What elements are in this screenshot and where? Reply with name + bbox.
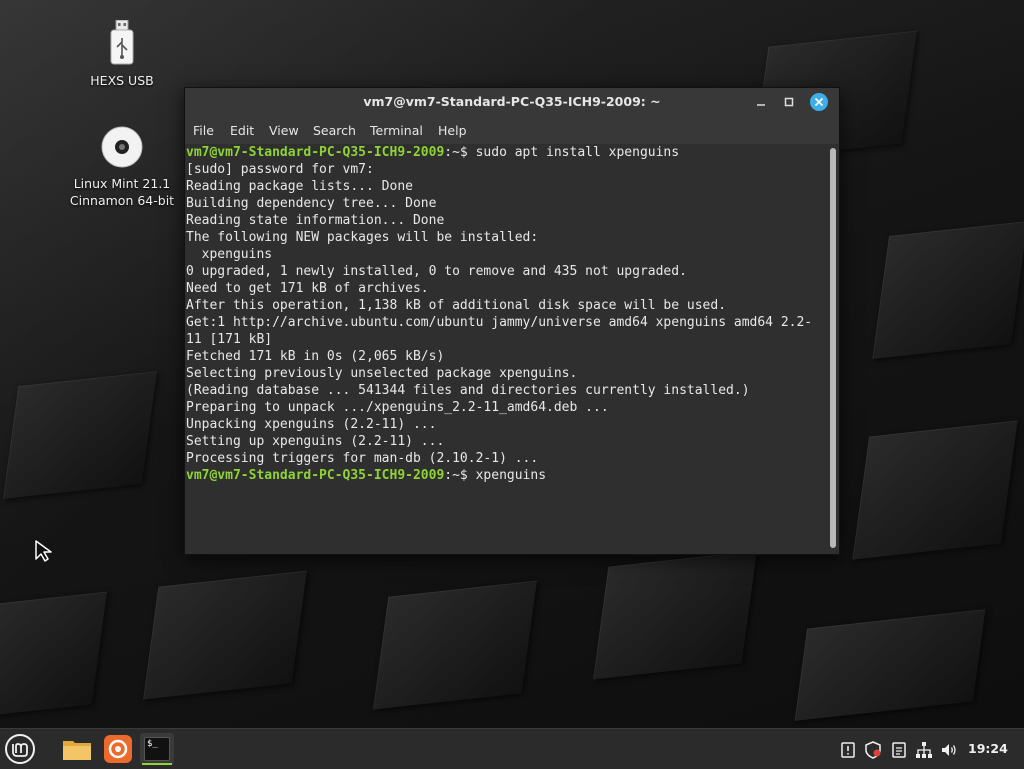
command-text: xpenguins <box>475 468 547 483</box>
menu-edit[interactable]: Edit <box>230 123 254 138</box>
tray-network[interactable] <box>915 741 933 759</box>
volume-icon <box>942 744 956 756</box>
taskbar-firefox-button[interactable] <box>102 733 134 765</box>
firefox-icon <box>104 735 132 763</box>
optical-disc-icon <box>101 126 143 168</box>
menu-help[interactable]: Help <box>438 123 467 138</box>
command-text: sudo apt install xpenguins <box>475 145 680 160</box>
terminal-output-line: 11 [171 kB] <box>186 332 273 347</box>
minimize-button[interactable] <box>751 92 771 112</box>
mint-menu-icon <box>5 734 35 764</box>
terminal-icon: $_ <box>144 737 170 761</box>
terminal-output-line: Preparing to unpack .../xpenguins_2.2-11… <box>186 400 609 415</box>
terminal-prompt-line: vm7@vm7-Standard-PC-Q35-ICH9-2009:~$ sud… <box>185 144 829 161</box>
desktop-icon-label: HEXS USB <box>90 73 154 88</box>
minimize-icon <box>757 104 765 106</box>
terminal-output-line: Reading state information... Done <box>186 213 445 228</box>
tray-volume[interactable] <box>940 741 958 759</box>
menu-bar: File Edit View Search Terminal Help <box>185 116 839 144</box>
clipboard-icon <box>892 742 906 758</box>
terminal-output-line: Unpacking xpenguins (2.2-11) ... <box>186 417 437 432</box>
terminal-output-line: Get:1 http://archive.ubuntu.com/ubuntu j… <box>186 315 813 330</box>
desktop-icon-dvd[interactable]: Linux Mint 21.1 Cinnamon 64-bit <box>67 125 177 209</box>
taskbar-terminal-button[interactable]: $_ <box>140 733 174 765</box>
close-button[interactable] <box>809 92 829 112</box>
terminal-prompt-line: vm7@vm7-Standard-PC-Q35-ICH9-2009:~$ xpe… <box>185 467 829 484</box>
terminal-output-line: [sudo] password for vm7: <box>186 162 374 177</box>
terminal-output-line: Setting up xpenguins (2.2-11) ... <box>186 434 445 449</box>
terminal-output[interactable]: vm7@vm7-Standard-PC-Q35-ICH9-2009:~$ sud… <box>185 144 829 554</box>
desktop-icon-label: Cinnamon 64-bit <box>69 193 175 208</box>
terminal-window[interactable]: vm7@vm7-Standard-PC-Q35-ICH9-2009: ~ Fil… <box>184 87 840 555</box>
wallpaper-tile <box>872 220 1024 360</box>
tray-update-manager[interactable] <box>864 741 882 759</box>
wallpaper-tile <box>143 570 307 700</box>
usb-drive-icon <box>110 20 134 65</box>
tray-notifications[interactable] <box>839 741 857 759</box>
desktop-icon-usb[interactable]: HEXS USB <box>67 20 177 89</box>
terminal-scrollbar[interactable] <box>829 144 839 554</box>
active-window-indicator <box>142 763 172 765</box>
maximize-button[interactable] <box>779 92 799 112</box>
prompt-path: :~$ <box>444 468 476 483</box>
taskbar-files-button[interactable] <box>61 733 93 765</box>
prompt-user-host: vm7@vm7-Standard-PC-Q35-ICH9-2009 <box>186 468 445 483</box>
wallpaper-tile <box>0 591 108 719</box>
files-icon <box>63 741 91 760</box>
taskbar-clock[interactable]: 19:24 <box>968 741 1008 756</box>
scrollbar-thumb[interactable] <box>830 148 836 548</box>
mouse-cursor-icon <box>35 540 52 562</box>
mint-menu-button[interactable] <box>4 733 36 765</box>
wallpaper-tile <box>593 550 757 680</box>
notifications-icon <box>841 742 855 758</box>
window-titlebar[interactable]: vm7@vm7-Standard-PC-Q35-ICH9-2009: ~ <box>185 88 839 116</box>
terminal-output-line: Selecting previously unselected package … <box>186 366 578 381</box>
window-title: vm7@vm7-Standard-PC-Q35-ICH9-2009: ~ <box>363 94 661 109</box>
menu-terminal[interactable]: Terminal <box>370 123 423 138</box>
wallpaper-tile <box>852 420 1018 560</box>
terminal-output-line: Need to get 171 kB of archives. <box>186 281 429 296</box>
terminal-output-line: (Reading database ... 541344 files and d… <box>186 383 750 398</box>
taskbar: $_ 19:24 <box>0 728 1024 769</box>
terminal-output-line: The following NEW packages will be insta… <box>186 230 539 245</box>
wallpaper-tile <box>373 580 537 710</box>
terminal-output-line: Processing triggers for man-db (2.10.2-1… <box>186 451 539 466</box>
menu-file[interactable]: File <box>193 123 214 138</box>
menu-search[interactable]: Search <box>313 123 356 138</box>
prompt-user-host: vm7@vm7-Standard-PC-Q35-ICH9-2009 <box>186 145 445 160</box>
terminal-output-line: 0 upgraded, 1 newly installed, 0 to remo… <box>186 264 687 279</box>
wallpaper-tile <box>794 609 986 721</box>
terminal-output-line: After this operation, 1,138 kB of additi… <box>186 298 727 313</box>
terminal-output-line: xpenguins <box>186 247 273 262</box>
terminal-output-line: Fetched 171 kB in 0s (2,065 kB/s) <box>186 349 445 364</box>
wallpaper-tile <box>3 371 157 499</box>
tray-clipboard[interactable] <box>890 741 908 759</box>
menu-view[interactable]: View <box>269 123 299 138</box>
maximize-icon <box>784 97 794 107</box>
prompt-path: :~$ <box>444 145 476 160</box>
desktop-icon-label: Linux Mint 21.1 <box>73 176 171 191</box>
terminal-output-line: Building dependency tree... Done <box>186 196 437 211</box>
close-icon <box>810 93 828 111</box>
terminal-output-line: Reading package lists... Done <box>186 179 413 194</box>
network-icon <box>916 742 932 758</box>
update-manager-icon <box>865 741 881 759</box>
